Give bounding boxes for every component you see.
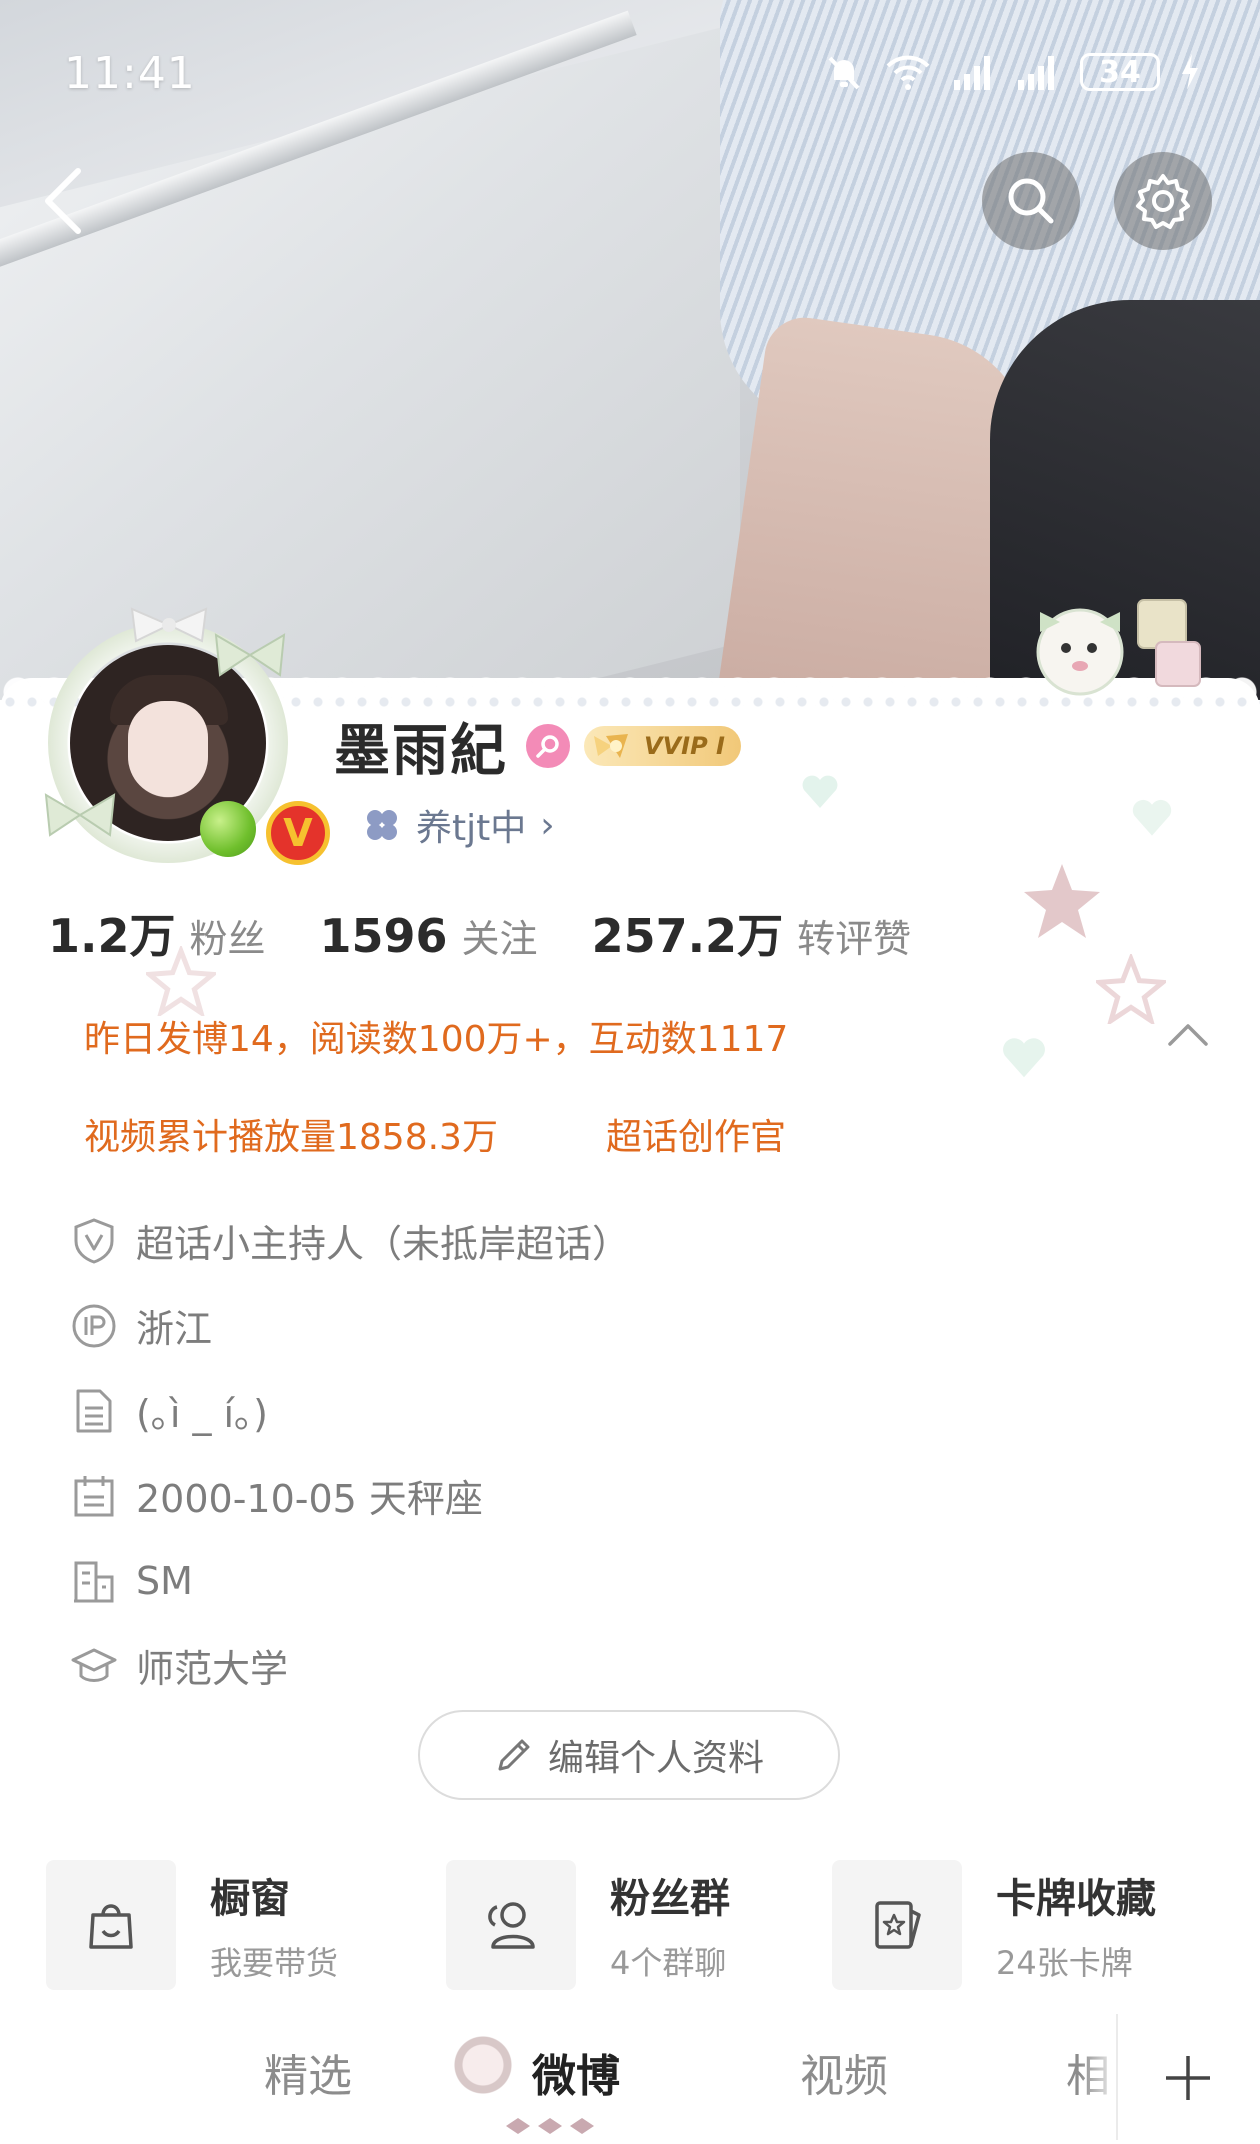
plush-toy-decoration-icon — [1036, 599, 1201, 696]
info-row-school: 师范大学 — [70, 1623, 1170, 1708]
settings-button[interactable] — [1114, 152, 1212, 250]
edit-profile-button[interactable]: 编辑个人资料 — [418, 1710, 840, 1800]
female-gender-icon — [526, 724, 570, 768]
avatar-container[interactable]: V — [40, 605, 330, 865]
info-text: SM — [136, 1558, 193, 1603]
avatar-face — [128, 701, 208, 797]
subtitle-text: 养tjt中 — [416, 808, 527, 849]
battery-indicator: 34 — [1080, 53, 1160, 91]
profile-stats: 1.2万 粉丝 1596 关注 257.2万 转评赞 — [48, 900, 965, 970]
info-row-company: SM — [70, 1538, 1170, 1623]
tab-active-indicator — [506, 2118, 594, 2134]
info-row-birthday: 2000-10-05 天秤座 — [70, 1453, 1170, 1538]
clover-icon — [367, 810, 397, 840]
info-text: (｡ì _ í｡) — [136, 1392, 268, 1436]
profile-tabs: 精选 微博 视频 相 — [0, 2010, 1260, 2144]
graduation-cap-icon — [70, 1642, 118, 1690]
feature-subtitle: 4个群聊 — [610, 1944, 727, 1982]
feature-card-collection[interactable]: 卡牌收藏 24张卡牌 — [832, 1860, 1156, 1990]
vip-badge[interactable]: VVIP I — [584, 726, 741, 766]
stat-value: 1596 — [319, 909, 448, 963]
search-button[interactable] — [982, 152, 1080, 250]
bow-decoration-icon — [44, 793, 116, 837]
vip-label: VVIP I — [644, 732, 725, 760]
tab-video[interactable]: 视频 — [800, 2040, 888, 2104]
fan-group-icon — [446, 1860, 576, 1990]
stat-label: 转评赞 — [797, 917, 912, 961]
collapse-button[interactable] — [1166, 1018, 1210, 1052]
bow-decoration-icon — [214, 633, 286, 677]
feature-title: 橱窗 — [210, 1876, 290, 1922]
feature-subtitle: 24张卡牌 — [996, 1944, 1133, 1982]
yesterday-summary[interactable]: 昨日发博14，阅读数100万+，互动数1117 — [84, 1010, 788, 1062]
info-text: 师范大学 — [136, 1647, 289, 1691]
shield-v-icon — [70, 1217, 118, 1265]
video-plays-summary[interactable]: 视频累计播放量1858.3万 — [84, 1108, 498, 1160]
signal-2-icon — [1018, 56, 1054, 90]
tab-decoration-icon — [452, 2034, 514, 2096]
edit-profile-label: 编辑个人资料 — [547, 1738, 764, 1779]
feature-subtitle: 我要带货 — [210, 1944, 339, 1982]
status-icons: 34 — [824, 50, 1200, 94]
tab-divider — [1116, 2014, 1118, 2140]
charging-icon — [1182, 54, 1198, 90]
search-icon — [1008, 178, 1054, 224]
building-icon — [70, 1557, 118, 1605]
tab-fade — [1080, 2010, 1120, 2144]
card-star-icon — [832, 1860, 962, 1990]
vip-wing-icon — [594, 734, 628, 758]
shopping-bag-icon — [46, 1860, 176, 1990]
add-tab-button[interactable] — [1160, 2050, 1216, 2106]
mute-bell-icon — [828, 56, 860, 90]
status-bar: 11:41 34 — [0, 0, 1260, 140]
bow-decoration-icon — [130, 607, 208, 643]
feature-title: 卡牌收藏 — [996, 1876, 1156, 1922]
tab-featured[interactable]: 精选 — [264, 2040, 352, 2104]
username: 墨雨紀 — [334, 718, 508, 784]
profile-name-row: 墨雨紀 VVIP I — [334, 712, 741, 784]
apple-decoration-icon — [200, 801, 256, 857]
chevron-right-icon: › — [540, 804, 555, 846]
document-icon — [70, 1387, 118, 1435]
pencil-icon — [498, 1739, 530, 1771]
info-text: 2000-10-05 天秤座 — [136, 1477, 483, 1521]
stat-label: 粉丝 — [189, 917, 266, 961]
status-time: 11:41 — [64, 48, 196, 99]
gear-icon — [1136, 174, 1190, 229]
feature-fan-group[interactable]: 粉丝群 4个群聊 — [446, 1860, 730, 1990]
feature-shortcuts: 橱窗 我要带货 粉丝群 4个群聊 卡牌收藏 24张卡牌 — [46, 1860, 1236, 1990]
creator-badge[interactable]: 超话创作官 — [606, 1108, 786, 1160]
profile-info-list: 超话小主持人（未抵岸超话） 浙江 (｡ì _ í｡) 2000-10-05 天秤… — [70, 1198, 1170, 1708]
back-button[interactable] — [36, 165, 96, 237]
info-text: 浙江 — [136, 1307, 213, 1351]
heart-decoration-icon — [1003, 1038, 1045, 1078]
profile-subtitle[interactable]: 养tjt中 › — [362, 800, 555, 850]
feature-showcase[interactable]: 橱窗 我要带货 — [46, 1860, 338, 1990]
stat-followers[interactable]: 1.2万 粉丝 — [48, 900, 266, 966]
calendar-icon — [70, 1472, 118, 1520]
info-text: 超话小主持人（未抵岸超话） — [136, 1222, 631, 1266]
heart-decoration-icon — [802, 775, 838, 808]
stat-interactions[interactable]: 257.2万 转评赞 — [592, 900, 912, 966]
wifi-icon — [886, 55, 930, 90]
signal-1-icon — [954, 56, 990, 90]
heart-decoration-icon — [1132, 799, 1172, 836]
info-row-ip: 浙江 — [70, 1283, 1170, 1368]
star-outline-decoration-icon — [1096, 954, 1166, 1024]
chevron-left-icon — [45, 168, 81, 234]
plus-icon — [1166, 2056, 1210, 2100]
info-row-bio: (｡ì _ í｡) — [70, 1368, 1170, 1453]
chevron-up-icon — [1168, 1024, 1208, 1046]
tab-weibo[interactable]: 微博 — [532, 2040, 620, 2104]
info-row-supertopic[interactable]: 超话小主持人（未抵岸超话） — [70, 1198, 1170, 1283]
stat-following[interactable]: 1596 关注 — [320, 908, 538, 963]
ip-icon — [70, 1302, 118, 1350]
feature-title: 粉丝群 — [610, 1876, 730, 1922]
stat-value: 257.2万 — [591, 909, 784, 963]
stat-label: 关注 — [461, 917, 538, 961]
stat-value: 1.2万 — [48, 909, 176, 963]
verified-badge-icon: V — [266, 801, 330, 865]
star-decoration-icon — [1024, 864, 1100, 938]
